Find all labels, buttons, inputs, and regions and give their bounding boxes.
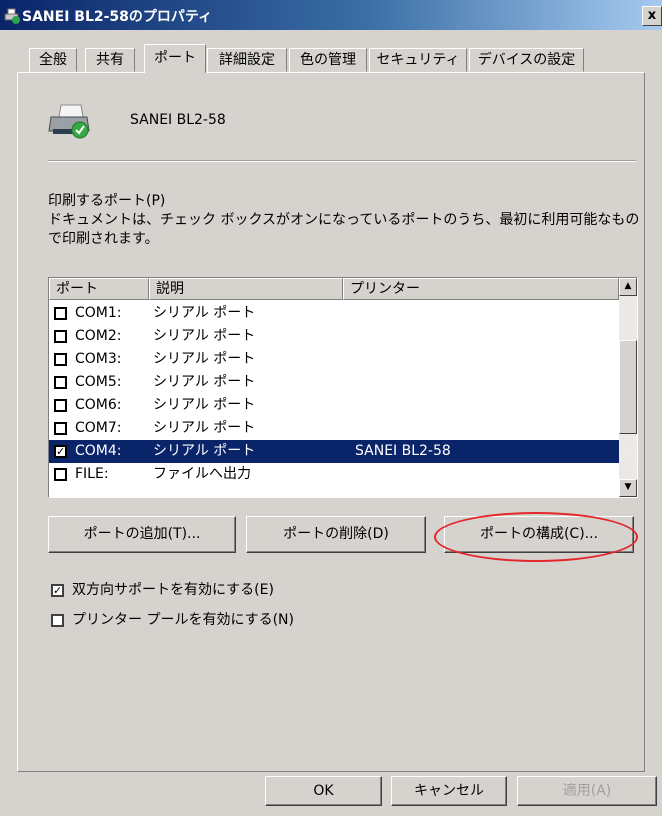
column-header-description[interactable]: 説明 <box>149 278 343 300</box>
port-description: シリアル ポート <box>153 374 256 390</box>
port-description: シリアル ポート <box>153 397 256 413</box>
column-header-printer[interactable]: プリンター <box>343 278 619 300</box>
port-checkbox[interactable] <box>54 307 67 320</box>
port-description: ファイルへ出力 <box>153 466 251 482</box>
port-checkbox[interactable] <box>54 376 67 389</box>
port-row-com2[interactable]: COM2: シリアル ポート <box>49 325 619 348</box>
delete-port-button[interactable]: ポートの削除(D) <box>246 516 426 553</box>
ports-description-line1: ドキュメントは、チェック ボックスがオンになっているポートのうち、最初に利用可能… <box>48 212 640 228</box>
port-name: COM1: <box>75 305 122 321</box>
configure-port-button[interactable]: ポートの構成(C)... <box>444 516 634 553</box>
tab-sharing[interactable]: 共有 <box>85 48 135 72</box>
tab-security[interactable]: セキュリティ <box>369 48 467 72</box>
close-button[interactable]: x <box>642 6 662 26</box>
port-checkbox[interactable] <box>54 353 67 366</box>
port-row-com1[interactable]: COM1: シリアル ポート <box>49 302 619 325</box>
ports-label: 印刷するポート(P) <box>48 193 166 209</box>
vertical-scrollbar[interactable]: ▲ ▼ <box>619 278 637 497</box>
printer-icon <box>48 104 90 139</box>
port-description: シリアル ポート <box>153 305 256 321</box>
port-printer: SANEI BL2-58 <box>355 443 451 459</box>
ports-description-line2: で印刷されます。 <box>48 231 159 247</box>
scroll-thumb[interactable] <box>619 340 637 434</box>
apply-button[interactable]: 適用(A) <box>517 776 657 806</box>
pooling-label[interactable]: プリンター プールを有効にする(N) <box>72 609 294 629</box>
port-checkbox[interactable] <box>54 330 67 343</box>
window-title: SANEI BL2-58のプロパティ <box>22 9 213 25</box>
separator <box>48 160 636 162</box>
port-row-com6[interactable]: COM6: シリアル ポート <box>49 394 619 417</box>
column-header-port[interactable]: ポート <box>49 278 149 300</box>
port-checkbox[interactable] <box>54 422 67 435</box>
tab-color-management[interactable]: 色の管理 <box>289 48 367 72</box>
port-name: COM4: <box>75 443 122 459</box>
port-row-com4[interactable]: ✓ COM4: シリアル ポート SANEI BL2-58 <box>49 440 619 463</box>
tab-ports[interactable]: ポート <box>144 44 206 73</box>
port-description: シリアル ポート <box>153 328 256 344</box>
port-row-file[interactable]: FILE: ファイルへ出力 <box>49 463 619 486</box>
port-name: COM6: <box>75 397 122 413</box>
port-list[interactable]: ポート 説明 プリンター COM1: シリアル ポート COM2: シリアル ポ… <box>48 277 638 498</box>
bidirectional-label[interactable]: 双方向サポートを有効にする(E) <box>72 579 274 599</box>
cancel-button[interactable]: キャンセル <box>391 776 507 806</box>
port-description: シリアル ポート <box>153 351 256 367</box>
port-checkbox[interactable] <box>54 468 67 481</box>
port-description: シリアル ポート <box>153 420 256 436</box>
port-name: COM3: <box>75 351 122 367</box>
add-port-button[interactable]: ポートの追加(T)... <box>48 516 236 553</box>
port-row-com5[interactable]: COM5: シリアル ポート <box>49 371 619 394</box>
bidirectional-checkbox[interactable]: ✓ <box>51 584 64 597</box>
tab-advanced[interactable]: 詳細設定 <box>207 48 287 72</box>
printer-name: SANEI BL2-58 <box>130 112 226 128</box>
port-checkbox-checked[interactable]: ✓ <box>54 445 67 458</box>
port-name: COM5: <box>75 374 122 390</box>
tab-device-settings[interactable]: デバイスの設定 <box>469 48 584 72</box>
port-name: FILE: <box>75 466 109 482</box>
port-name: COM2: <box>75 328 122 344</box>
port-row-com7[interactable]: COM7: シリアル ポート <box>49 417 619 440</box>
printer-icon <box>4 8 20 24</box>
ok-button[interactable]: OK <box>265 776 382 806</box>
port-name: COM7: <box>75 420 122 436</box>
tab-general[interactable]: 全般 <box>29 48 77 72</box>
pooling-checkbox[interactable] <box>51 614 64 627</box>
scroll-down-icon[interactable]: ▼ <box>619 479 637 497</box>
port-checkbox[interactable] <box>54 399 67 412</box>
scroll-up-icon[interactable]: ▲ <box>619 278 637 296</box>
port-row-com3[interactable]: COM3: シリアル ポート <box>49 348 619 371</box>
port-description: シリアル ポート <box>153 443 256 459</box>
